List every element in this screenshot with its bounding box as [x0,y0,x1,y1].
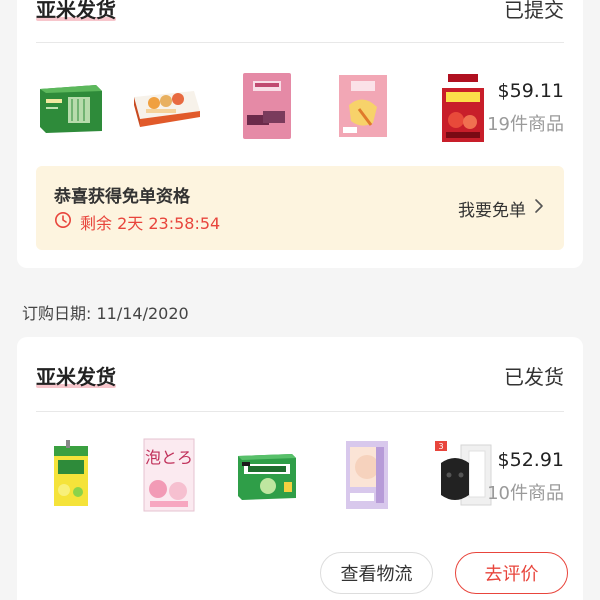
bath-foam-box-icon: 泡とろ [134,437,204,513]
free-order-title: 恭喜获得免单资格 [54,187,190,207]
order-date: 订购日期: 11/14/2020 [22,304,189,323]
countdown-timer: 剩余 2天 23:58:54 [54,210,220,234]
countdown-text: 剩余 2天 23:58:54 [80,214,221,233]
item-count: 19件商品 [487,114,564,135]
cold-granules-box-icon [232,437,302,513]
order-price: $59.11 [497,80,564,102]
free-order-banner[interactable]: 恭喜获得免单资格 剩余 2天 23:58:54 我要免单 [36,166,564,250]
claim-free-order-button[interactable]: 我要免单 [458,196,544,221]
order-card[interactable]: 亚米发货 已提交 $59.11 19件商品 恭喜获得免单资格 剩余 2天 23:… [17,0,583,268]
face-mask-pack-icon [332,437,402,513]
order-status: 已提交 [504,0,564,22]
view-logistics-button[interactable]: 查看物流 [320,552,433,594]
order-price: $52.91 [497,449,564,471]
seller-name: 亚米发货 [36,0,116,22]
item-count: 10件商品 [487,483,564,504]
order-header: 亚米发货 已发货 [36,337,564,397]
product-thumbnails[interactable] [36,68,484,148]
order-status: 已发货 [504,365,564,389]
svg-text:泡とろ: 泡とろ [145,448,193,467]
green-tea-box-icon [36,68,106,144]
order-card[interactable]: 亚米发货 已发货 泡とろ 3 $52.91 10件商品 查看物流 去评价 [17,337,583,600]
seller-name: 亚米发货 [36,365,116,389]
clock-icon [54,211,72,233]
lemon-tea-drink-icon [36,437,106,513]
pastry-box-icon [132,68,202,144]
divider [36,42,564,43]
order-summary: $59.11 19件商品 [487,80,564,136]
write-review-button[interactable]: 去评价 [455,552,568,594]
product-thumbnails[interactable]: 泡とろ 3 [36,437,492,517]
chevron-right-icon [534,198,544,219]
svg-text:3: 3 [438,442,443,451]
pink-snack-bag-icon [232,68,302,144]
order-header: 亚米发货 已提交 [36,0,564,40]
dried-fruit-bag-icon [328,68,398,144]
order-summary: $52.91 10件商品 [487,449,564,505]
claim-free-order-label: 我要免单 [458,201,526,221]
divider [36,411,564,412]
